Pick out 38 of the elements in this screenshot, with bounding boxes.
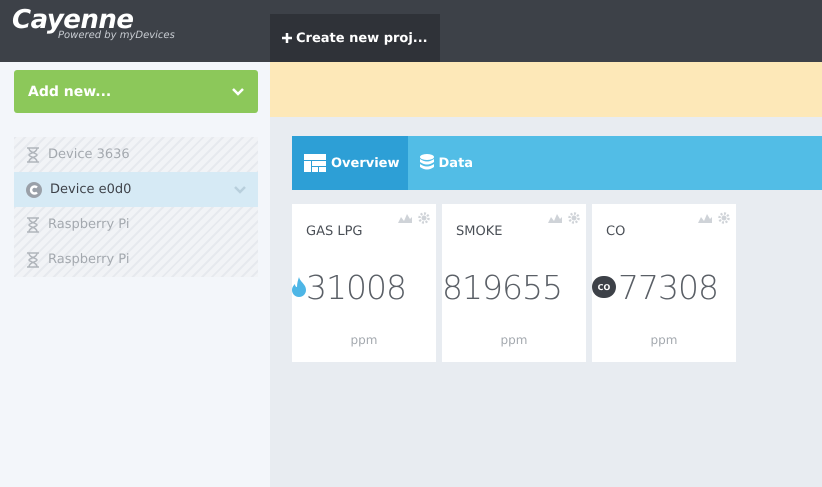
chevron-down-icon <box>234 186 246 194</box>
chart-icon[interactable] <box>697 212 713 224</box>
unit-label: ppm <box>500 333 528 347</box>
widget-title: GAS LPG <box>306 224 364 239</box>
database-icon <box>420 154 434 172</box>
device-item[interactable]: Device e0d0 <box>14 172 258 207</box>
dashboard-icon <box>304 154 326 172</box>
flame-icon <box>292 277 306 297</box>
c-logo-icon <box>26 182 42 198</box>
device-name: Raspberry Pi <box>48 217 130 232</box>
tab[interactable]: Overview <box>292 136 408 190</box>
widget-title: SMOKE <box>456 224 504 239</box>
device-item[interactable]: Raspberry Pi <box>14 207 258 242</box>
unit-label: ppm <box>650 333 678 347</box>
widget-value: 819655 <box>442 268 562 306</box>
widget-value: 31008 <box>306 268 406 306</box>
settings-icon[interactable] <box>568 212 580 224</box>
hourglass-icon <box>26 146 40 162</box>
tab[interactable]: Data <box>408 136 482 190</box>
unit-label: ppm <box>350 333 378 347</box>
device-name: Device 3636 <box>48 147 131 162</box>
add-new-button[interactable]: Add new... <box>14 70 258 113</box>
settings-icon[interactable] <box>718 212 730 224</box>
chart-icon[interactable] <box>397 212 413 224</box>
chart-icon[interactable] <box>547 212 563 224</box>
hourglass-icon <box>26 252 40 268</box>
chevron-down-icon <box>232 88 244 96</box>
co-badge: CO <box>592 276 616 298</box>
widget-value: 77308 <box>618 268 718 306</box>
widget-title: CO <box>606 224 626 239</box>
device-name: Device e0d0 <box>50 182 132 197</box>
create-project-button[interactable]: Create new proj... <box>270 14 440 62</box>
settings-icon[interactable] <box>418 212 430 224</box>
device-name: Raspberry Pi <box>48 252 130 267</box>
plus-icon <box>282 33 292 43</box>
hourglass-icon <box>26 216 40 232</box>
device-item[interactable]: Device 3636 <box>14 137 258 172</box>
device-item[interactable]: Raspberry Pi <box>14 242 258 277</box>
